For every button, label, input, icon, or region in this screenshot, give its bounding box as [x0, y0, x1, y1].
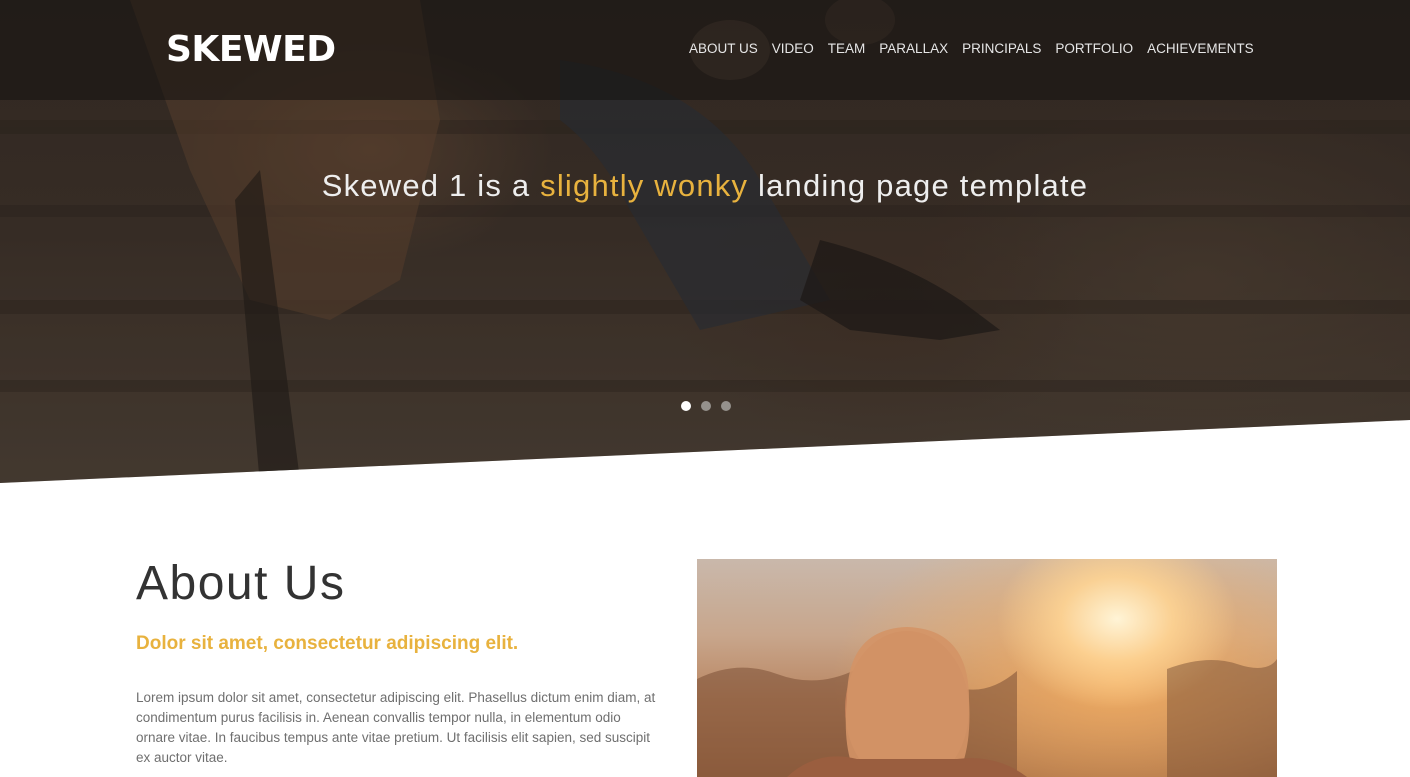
nav-about-us[interactable]: ABOUT US — [689, 40, 758, 58]
site-logo[interactable]: SKEWED — [166, 29, 336, 70]
headline-accent-text: slightly wonky — [540, 168, 749, 203]
headline-text-end: landing page template — [748, 168, 1089, 203]
nav-parallax[interactable]: PARALLAX — [879, 40, 948, 58]
site-header: SKEWED ABOUT US VIDEO TEAM PARALLAX PRIN… — [0, 0, 1410, 100]
person-silhouette-image — [697, 627, 1277, 777]
about-body-text: Lorem ipsum dolor sit amet, consectetur … — [136, 690, 656, 765]
slider-dot-3[interactable] — [721, 401, 731, 411]
hero-headline: Skewed 1 is a slightly wonky landing pag… — [0, 168, 1410, 204]
nav-achievements[interactable]: ACHIEVEMENTS — [1147, 40, 1254, 58]
nav-video[interactable]: VIDEO — [772, 40, 814, 58]
nav-portfolio[interactable]: PORTFOLIO — [1055, 40, 1133, 58]
headline-text-start: Skewed 1 is a — [321, 168, 541, 203]
nav-principals[interactable]: PRINCIPALS — [962, 40, 1041, 58]
slider-dot-2[interactable] — [701, 401, 711, 411]
about-photo — [697, 559, 1277, 777]
about-subtitle: Dolor sit amet, consectetur adipiscing e… — [136, 633, 519, 654]
about-title: About Us — [136, 557, 346, 610]
slider-dot-1[interactable] — [681, 401, 691, 411]
slider-pagination — [681, 401, 731, 411]
main-nav: ABOUT US VIDEO TEAM PARALLAX PRINCIPALS … — [689, 40, 1254, 58]
nav-team[interactable]: TEAM — [828, 40, 866, 58]
